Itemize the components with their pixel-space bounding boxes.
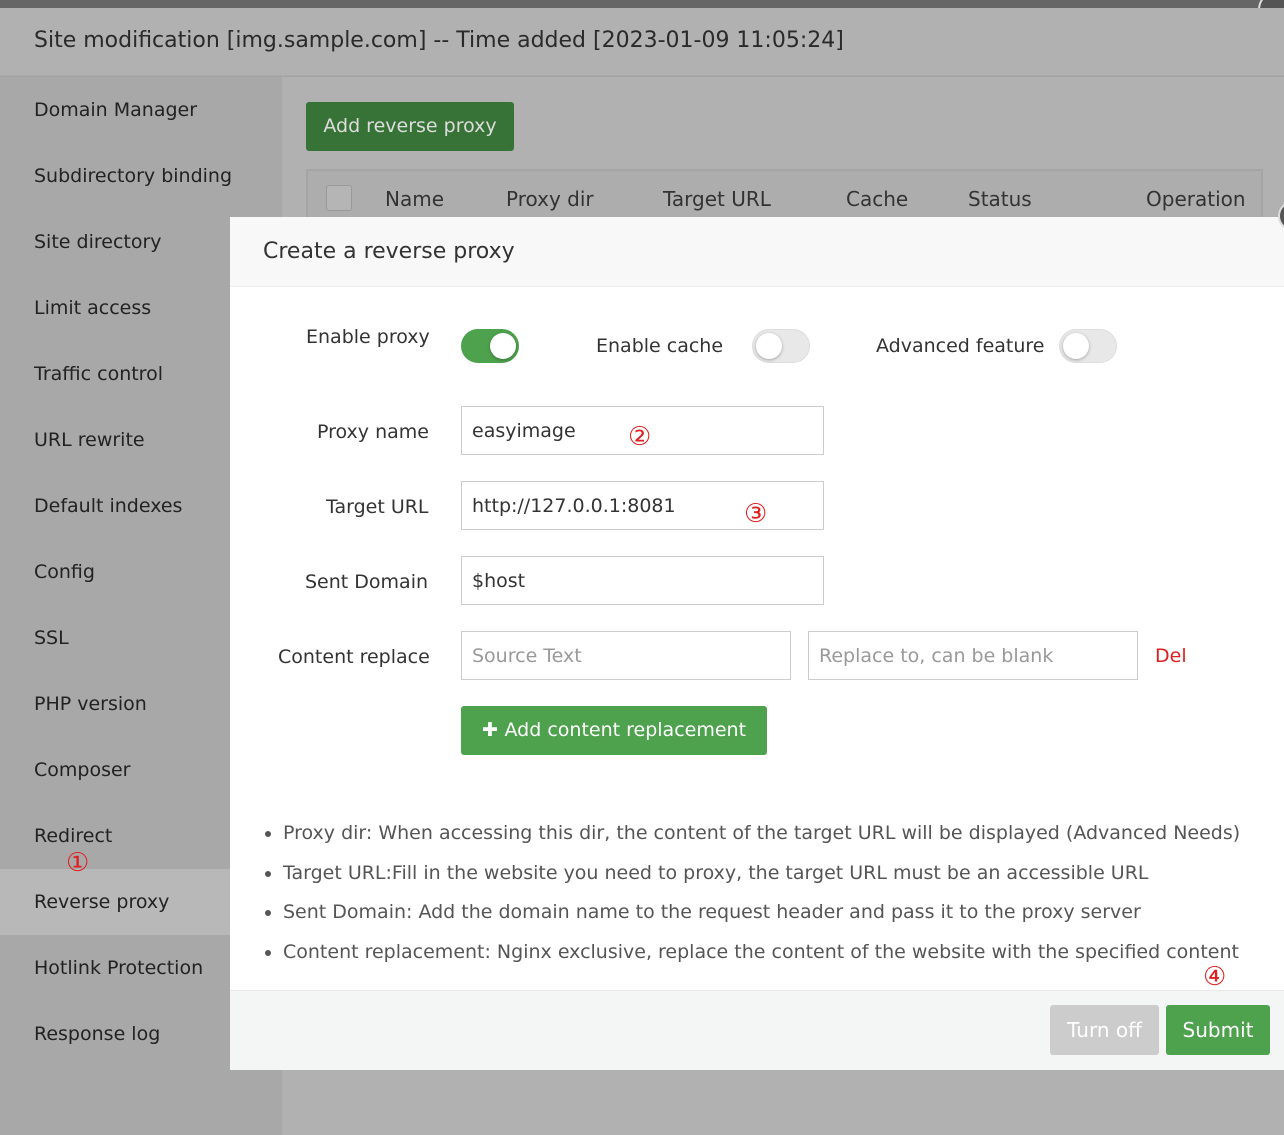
create-reverse-proxy-dialog: Create a reverse proxy Enable proxy Enab… <box>230 201 1284 1070</box>
annotation-2: ② <box>628 422 652 452</box>
column-operation: Operation <box>1146 187 1246 211</box>
note-item: Proxy dir: When accessing this dir, the … <box>283 817 1240 857</box>
sidebar-item-domain-manager[interactable]: Domain Manager <box>0 77 282 143</box>
enable-cache-label: Enable cache <box>596 335 724 357</box>
plus-icon: ✚ <box>481 719 505 741</box>
replace-to-input[interactable] <box>808 631 1138 680</box>
submit-button[interactable]: Submit <box>1166 1005 1270 1055</box>
delete-replacement-link[interactable]: Del <box>1155 645 1187 667</box>
annotation-1: ① <box>66 848 90 878</box>
add-content-replacement-button[interactable]: ✚ Add content replacement <box>461 706 767 755</box>
add-reverse-proxy-button[interactable]: Add reverse proxy <box>306 102 514 151</box>
target-url-label: Target URL <box>326 496 429 518</box>
enable-proxy-toggle[interactable] <box>461 329 519 363</box>
add-content-replacement-label: Add content replacement <box>504 719 747 741</box>
select-all-checkbox[interactable] <box>326 185 352 211</box>
column-target-url: Target URL <box>663 187 771 211</box>
advanced-feature-label: Advanced feature <box>876 335 1045 357</box>
note-item: Sent Domain: Add the domain name to the … <box>283 896 1240 936</box>
column-proxy-dir: Proxy dir <box>506 187 594 211</box>
window-title: Site modification [img.sample.com] -- Ti… <box>34 28 844 53</box>
enable-proxy-label: Enable proxy <box>306 326 430 348</box>
sidebar-item-subdirectory-binding[interactable]: Subdirectory binding <box>0 143 282 209</box>
sent-domain-label: Sent Domain <box>305 571 429 593</box>
content-replace-label: Content replace <box>278 646 430 668</box>
top-bar <box>0 0 1284 8</box>
turn-off-button[interactable]: Turn off <box>1050 1005 1159 1055</box>
advanced-feature-toggle[interactable] <box>1059 329 1117 363</box>
note-item: Target URL:Fill in the website you need … <box>283 857 1240 897</box>
target-url-input[interactable] <box>461 481 824 530</box>
annotation-4: ④ <box>1203 962 1227 992</box>
dialog-title: Create a reverse proxy <box>230 217 1284 287</box>
enable-cache-toggle[interactable] <box>752 329 810 363</box>
dialog-footer: Turn off Submit <box>230 990 1284 1070</box>
column-status: Status <box>968 187 1032 211</box>
annotation-3: ③ <box>744 499 768 529</box>
source-text-input[interactable] <box>461 631 791 680</box>
window-header: Site modification [img.sample.com] -- Ti… <box>0 8 1284 76</box>
proxy-name-label: Proxy name <box>317 421 429 443</box>
column-cache: Cache <box>846 187 909 211</box>
column-name: Name <box>385 187 445 211</box>
help-notes: Proxy dir: When accessing this dir, the … <box>283 817 1240 975</box>
sent-domain-input[interactable] <box>461 556 824 605</box>
note-item: Content replacement: Nginx exclusive, re… <box>283 936 1240 976</box>
